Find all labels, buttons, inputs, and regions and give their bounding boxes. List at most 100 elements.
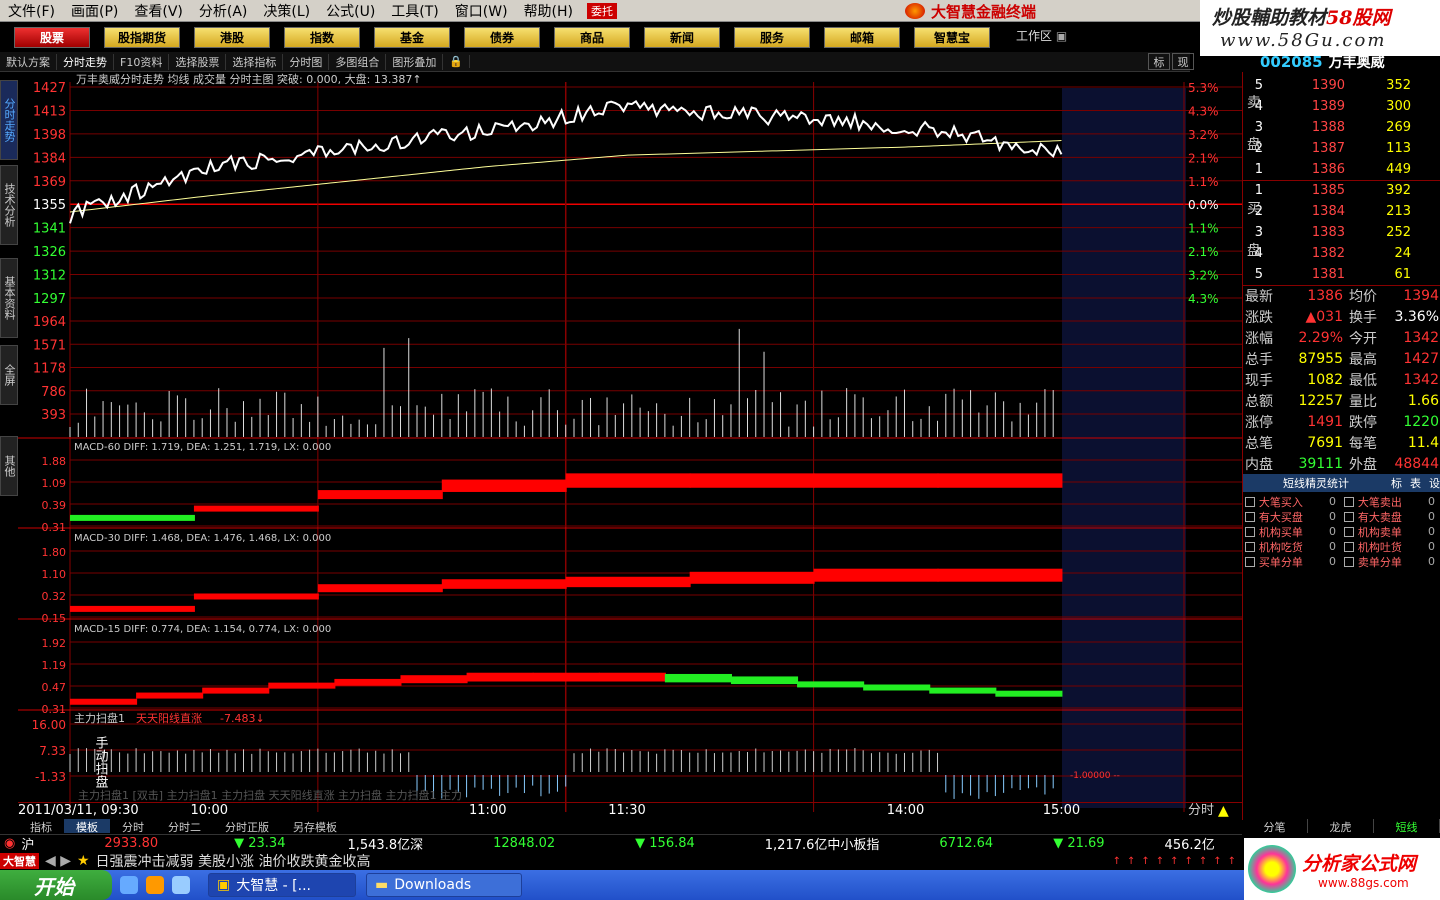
bottom-tab-4[interactable]: 分时正版 [213,819,281,834]
stat-row: 总额 12257 量比 1.66 [1243,390,1440,411]
short-line-tab-1[interactable]: 表 [1410,475,1421,491]
vol-tick: 1571 [33,338,66,353]
news-nav-icon[interactable]: ◀ ▶ [45,853,71,869]
signal-checkbox[interactable] [1245,526,1255,537]
stock-name: 万丰奥威 [1328,55,1385,71]
macd-block [70,514,195,521]
nav-button-4[interactable]: 基金 [374,26,450,48]
menu-item-3[interactable]: 分析(A) [191,1,256,21]
nav-button-9[interactable]: 邮箱 [824,26,900,48]
short-line-tab-0[interactable]: 标 [1391,475,1402,491]
menu-item-1[interactable]: 画面(P) [63,1,126,21]
menu-item-4[interactable]: 决策(L) [255,1,318,21]
signal-label: 机构吐货 [1357,540,1402,554]
sell-row[interactable]: 3 1388 269 [1243,117,1440,138]
buy-row[interactable]: 2 1384 213 [1243,201,1440,222]
toolbar-item-0[interactable]: 默认方案 [0,53,57,70]
macd-block [317,584,443,593]
toolbar-item-6[interactable]: 多图组合 [329,53,387,70]
menu-item-8[interactable]: 帮助(H) [516,1,581,21]
menu-item-0[interactable]: 文件(F) [0,1,63,21]
intraday-chart[interactable]: 1427 5.3% 1413 4.3% 1398 3.2% 1384 2.1% 1369 1.1%… [18,72,1242,820]
toolbar-item-3[interactable]: 选择股票 [169,53,227,70]
nav-button-10[interactable]: 智慧宝 [914,26,990,48]
nav-button-6[interactable]: 商品 [554,26,630,48]
start-button[interactable]: 开始 [0,870,112,900]
toolbar-item-2[interactable]: F10资料 [114,53,170,70]
signal-checkbox[interactable] [1344,526,1354,537]
workarea-button[interactable]: 工作区 ▣ [1016,27,1067,44]
sell-row[interactable]: 4 1389 300 [1243,96,1440,117]
macd-block [565,576,691,588]
signal-checkbox[interactable] [1245,556,1255,567]
menu-item-7[interactable]: 窗口(W) [447,1,516,21]
right-bottom-tab-1[interactable]: 龙虎 [1308,819,1374,834]
task-downloads[interactable]: ▬ Downloads [366,873,522,897]
scan-tick: -1.33 [35,770,66,784]
right-bottom-tab-2[interactable]: 短线 [1374,819,1440,834]
signal-checkbox[interactable] [1245,496,1255,507]
signal-checkbox[interactable] [1344,496,1354,507]
toolbar-item-7[interactable]: 图形叠加 [386,53,444,70]
macd-tick: 0.39 [42,499,67,512]
news-text[interactable]: 日强震冲击减弱 美股小涨 油价收跌黄金收高 [96,851,371,871]
bottom-tab-2[interactable]: 分时 [110,819,156,834]
stat-value2: 11.4 [1407,434,1439,451]
lock-icon[interactable]: 🔒 [443,55,471,68]
vtab-4[interactable]: 其他 [0,436,18,496]
sell-row[interactable]: 5 1390 352 [1243,75,1440,96]
right-tab-0[interactable]: 标 [1148,53,1170,70]
stat-value: 1491 [1307,413,1343,430]
signal-checkbox[interactable] [1245,541,1255,552]
signal-checkbox[interactable] [1344,541,1354,552]
toolbar-item-1[interactable]: 分时走势 [57,53,114,70]
nav-button-5[interactable]: 债券 [464,26,540,48]
right-tab-1[interactable]: 现 [1172,53,1194,70]
toolbar-item-5[interactable]: 分时图 [283,53,330,70]
vtab-3[interactable]: 全屏 [0,345,18,405]
macd-block [565,473,691,488]
buy-row[interactable]: 3 1383 252 [1243,222,1440,243]
bottom-tab-0[interactable]: 指标 [18,819,64,834]
trade-tag-button[interactable]: 委托 [587,2,618,19]
signal-checkbox[interactable] [1344,556,1354,567]
nav-button-0[interactable]: 股票 [14,26,90,48]
vol-tick: 1178 [33,362,66,377]
buy-row[interactable]: 5 1381 61 [1243,264,1440,285]
stat-key: 内盘 [1245,456,1273,473]
macd-tick: 0.15 [42,612,67,625]
vtab-1[interactable]: 技术分析 [0,165,18,245]
bottom-tab-5[interactable]: 另存模板 [281,819,349,834]
short-line-tab-2[interactable]: 设 [1429,475,1440,491]
buy-row[interactable]: 1 1385 392 [1243,180,1440,201]
vtab-0[interactable]: 分时走势 [0,80,18,160]
task-dazhihui[interactable]: ▣ 大智慧 - [... [208,873,356,897]
bottom-tab-3[interactable]: 分时二 [156,819,213,834]
sz-label: 深 [410,838,424,853]
sell-row[interactable]: 1 1386 449 [1243,159,1440,180]
signal-checkbox[interactable] [1245,511,1255,522]
nav-button-2[interactable]: 港股 [194,26,270,48]
buy-row[interactable]: 4 1382 24 [1243,243,1440,264]
nav-button-8[interactable]: 服务 [734,26,810,48]
ie-icon[interactable] [120,876,138,894]
menu-item-2[interactable]: 查看(V) [126,1,191,21]
sell-label-2: 盘 [1247,137,1261,153]
vtab-2[interactable]: 基本资料 [0,258,18,338]
signal-label: 机构卖单 [1357,525,1402,539]
messenger-icon[interactable] [146,876,164,894]
nav-button-3[interactable]: 指数 [284,26,360,48]
macd-block [598,672,666,682]
news-ticker[interactable]: 大智慧 ◀ ▶ ★ 日强震冲击减弱 美股小涨 油价收跌黄金收高 ↑↑↑↑↑↑↑↑… [0,852,1242,870]
bottom-tab-1[interactable]: 模板 [64,819,110,834]
right-bottom-tab-0[interactable]: 分笔 [1242,819,1308,834]
desktop-icon[interactable] [172,876,190,894]
menu-item-5[interactable]: 公式(U) [318,1,383,21]
signal-checkbox[interactable] [1344,511,1354,522]
sell-row[interactable]: 2 1387 113 [1243,138,1440,159]
nav-button-7[interactable]: 新闻 [644,26,720,48]
nav-button-1[interactable]: 股指期货 [104,26,180,48]
menu-item-6[interactable]: 工具(T) [383,1,446,21]
toolbar-item-4[interactable]: 选择指标 [226,53,284,70]
pct-tick: 3.2% [1188,269,1219,283]
